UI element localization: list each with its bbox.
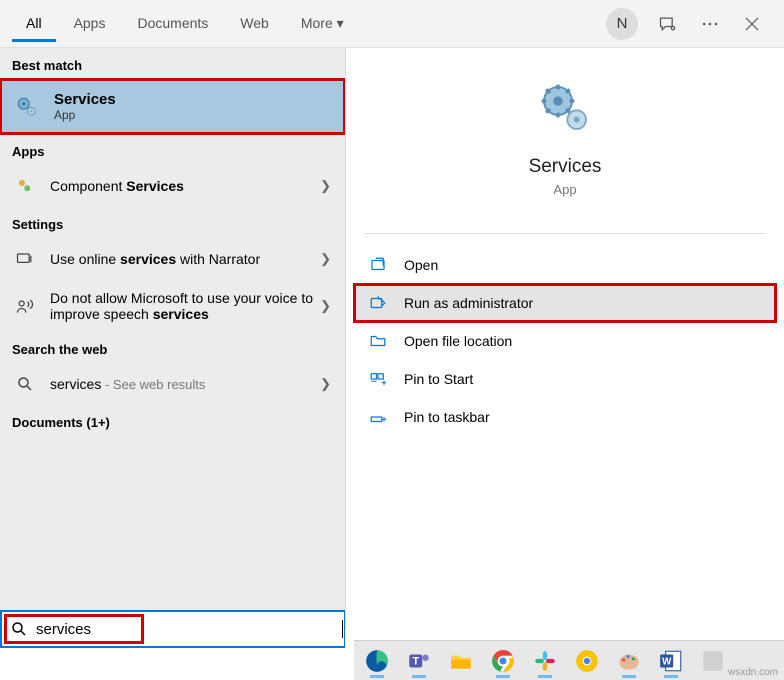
taskbar-chrome-canary[interactable] <box>570 644 604 678</box>
section-documents: Documents (1+) <box>0 405 345 436</box>
open-icon <box>368 255 388 275</box>
search-input[interactable] <box>36 612 344 646</box>
pin-taskbar-icon <box>368 407 388 427</box>
detail-subtitle: App <box>346 182 784 197</box>
chevron-right-icon: ❯ <box>320 376 331 392</box>
component-services-icon <box>14 175 36 197</box>
admin-icon <box>368 293 388 313</box>
result-web-services[interactable]: services - See web results ❯ <box>0 363 345 405</box>
watermark: wsxdn.com <box>728 667 778 678</box>
action-open[interactable]: Open <box>354 246 776 284</box>
taskbar-explorer[interactable] <box>444 644 478 678</box>
tab-all[interactable]: All <box>12 5 56 42</box>
taskbar-chrome[interactable] <box>486 644 520 678</box>
detail-panel: Services App Open Run as administrator O… <box>345 48 784 630</box>
services-large-icon <box>535 78 595 138</box>
taskbar-slack[interactable] <box>528 644 562 678</box>
narrator-icon <box>14 248 36 270</box>
search-icon <box>14 373 36 395</box>
taskbar-app[interactable] <box>696 644 730 678</box>
tab-documents[interactable]: Documents <box>123 5 222 42</box>
result-component-services[interactable]: Component Services ❯ <box>0 165 345 207</box>
section-settings: Settings <box>0 207 345 238</box>
top-tabs-bar: All Apps Documents Web More ▾ N <box>0 0 784 48</box>
best-match-title: Services <box>54 91 116 108</box>
text-caret <box>342 620 343 638</box>
taskbar-paint[interactable] <box>612 644 646 678</box>
pin-start-icon <box>368 369 388 389</box>
tab-apps[interactable]: Apps <box>60 5 120 42</box>
result-narrator-services[interactable]: Use online services with Narrator ❯ <box>0 238 345 280</box>
section-best-match: Best match <box>0 48 345 79</box>
tab-web[interactable]: Web <box>226 5 283 42</box>
chevron-right-icon: ❯ <box>320 178 331 194</box>
taskbar-word[interactable]: W <box>654 644 688 678</box>
section-apps: Apps <box>0 134 345 165</box>
best-match-services[interactable]: Services App <box>0 79 345 134</box>
user-avatar[interactable]: N <box>606 8 638 40</box>
action-run-as-admin[interactable]: Run as administrator <box>354 284 776 322</box>
taskbar: T W <box>354 640 784 680</box>
action-pin-taskbar[interactable]: Pin to taskbar <box>354 398 776 436</box>
taskbar-teams[interactable]: T <box>402 644 436 678</box>
chevron-right-icon: ❯ <box>320 298 331 314</box>
tab-more[interactable]: More ▾ <box>287 5 358 42</box>
close-icon[interactable] <box>740 12 764 36</box>
action-open-location[interactable]: Open file location <box>354 322 776 360</box>
top-right-controls: N <box>606 8 772 40</box>
search-bar[interactable] <box>0 610 345 648</box>
taskbar-edge[interactable] <box>360 644 394 678</box>
best-match-subtitle: App <box>54 108 116 122</box>
chevron-down-icon: ▾ <box>337 15 344 31</box>
divider <box>364 233 766 234</box>
gears-icon <box>14 94 40 120</box>
folder-icon <box>368 331 388 351</box>
speech-icon <box>14 295 36 317</box>
section-search-web: Search the web <box>0 332 345 363</box>
feedback-icon[interactable] <box>656 12 680 36</box>
search-icon <box>2 620 36 638</box>
svg-text:T: T <box>412 655 419 667</box>
detail-title: Services <box>346 156 784 178</box>
result-speech-services[interactable]: Do not allow Microsoft to use your voice… <box>0 280 345 332</box>
svg-text:W: W <box>662 656 672 667</box>
search-scope-tabs: All Apps Documents Web More ▾ <box>12 5 606 42</box>
results-panel: Best match Services App Apps Component S… <box>0 48 345 630</box>
chevron-right-icon: ❯ <box>320 251 331 267</box>
action-pin-start[interactable]: Pin to Start <box>354 360 776 398</box>
more-options-icon[interactable] <box>698 12 722 36</box>
